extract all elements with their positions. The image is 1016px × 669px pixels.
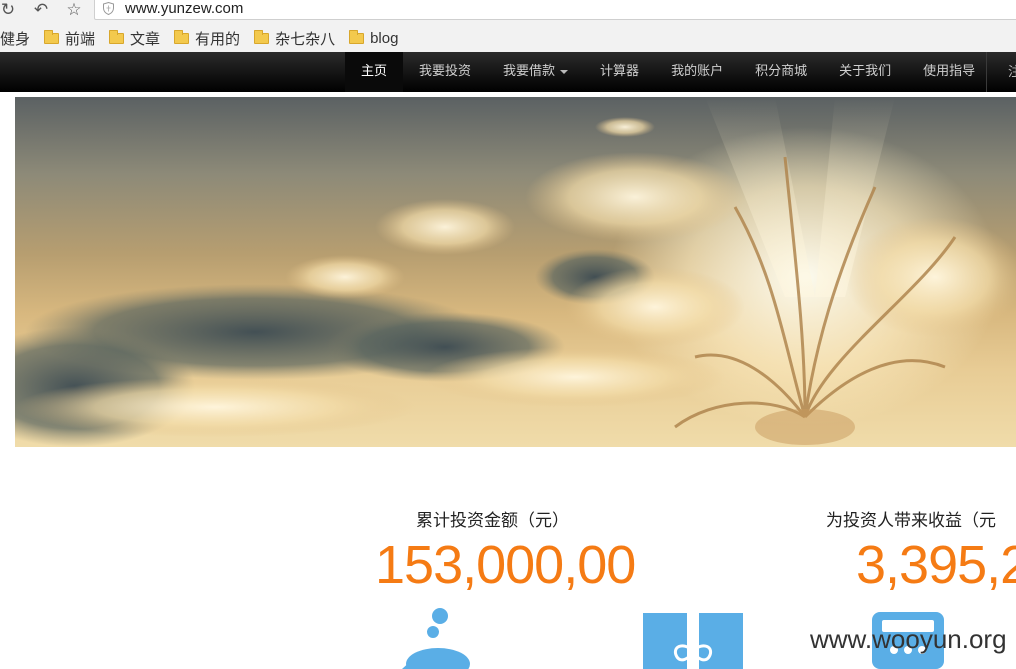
nav-menu: 主页 我要投资 我要借款 计算器 我的账户 积分商城 关于我们 使用指导 — [345, 52, 991, 92]
banner-illustration — [15, 97, 1016, 447]
nav-item[interactable]: 我要投资 — [403, 52, 487, 92]
bookmark-item[interactable]: 前端 — [44, 28, 95, 49]
nav-item[interactable]: 我要借款 — [487, 52, 584, 92]
site-navbar: 主页 我要投资 我要借款 计算器 我的账户 积分商城 关于我们 使用指导 注 — [0, 52, 1016, 92]
bookmark-label: 健身 — [0, 30, 31, 48]
nav-item[interactable]: 积分商城 — [739, 52, 823, 92]
gift-icon — [643, 613, 743, 669]
piggy-bank-icon — [402, 608, 470, 669]
nav-item-label: 使用指导 — [923, 64, 976, 79]
caret-down-icon — [560, 69, 569, 74]
back-icon[interactable]: ↶ — [30, 0, 52, 20]
bookmark-item[interactable]: 有用的 — [174, 28, 240, 49]
url-text: www.yunzew.com — [125, 0, 244, 17]
bookmark-item[interactable]: 健身 — [0, 28, 30, 49]
nav-item-label: 我要借款 — [503, 64, 556, 79]
total-investment-label: 累计投资金额（元） — [416, 511, 569, 531]
investor-earnings-value: 3,395,2 — [856, 535, 1016, 595]
bookmark-item[interactable]: 文章 — [109, 28, 160, 49]
bookmark-label: 杂七杂八 — [275, 30, 336, 48]
nav-item-label: 积分商城 — [755, 64, 808, 79]
nav-item[interactable]: 我的账户 — [655, 52, 739, 92]
total-investment-value: 153,000,00 — [375, 535, 636, 595]
nav-item-cut[interactable]: 注 — [1008, 52, 1016, 92]
star-icon[interactable]: ☆ — [63, 0, 85, 20]
nav-item[interactable]: 主页 — [345, 52, 404, 92]
folder-icon — [174, 29, 190, 44]
nav-item-label: 主页 — [361, 64, 388, 79]
folder-icon — [254, 29, 270, 44]
nav-item-label: 我的账户 — [671, 64, 724, 79]
bookmark-label: 有用的 — [195, 30, 241, 48]
bookmarks-bar: 健身 前端 文章 有用的 杂七杂八 blog — [0, 27, 412, 49]
bookmark-label: blog — [370, 29, 399, 47]
folder-icon — [44, 29, 60, 44]
watermark-text: www.wooyun.org — [810, 624, 1007, 654]
address-bar[interactable]: www.yunzew.com — [94, 0, 1016, 20]
nav-item-label: 计算器 — [600, 64, 640, 79]
browser-toolbar: ↻ ↶ ☆ www.yunzew.com 健身 前端 文章 有用的 杂七杂八 blog — [0, 0, 1016, 53]
investor-earnings-label: 为投资人带来收益（元 — [826, 511, 996, 531]
nav-item[interactable]: 使用指导 — [907, 52, 991, 92]
bookmark-item[interactable]: 杂七杂八 — [254, 28, 335, 49]
hero-banner — [15, 97, 1016, 447]
folder-icon — [109, 29, 125, 44]
bookmark-label: 文章 — [130, 30, 161, 48]
shield-icon — [103, 2, 114, 15]
nav-item[interactable]: 关于我们 — [823, 52, 907, 92]
reload-icon[interactable]: ↻ — [0, 0, 19, 20]
nav-item-label: 我要投资 — [419, 64, 472, 79]
folder-icon — [349, 29, 365, 44]
nav-divider — [986, 52, 987, 92]
nav-item-label: 关于我们 — [839, 64, 892, 79]
bookmark-item[interactable]: blog — [349, 29, 399, 47]
bookmark-label: 前端 — [65, 30, 96, 48]
nav-item[interactable]: 计算器 — [584, 52, 655, 92]
address-row: ↻ ↶ ☆ www.yunzew.com — [0, 0, 1016, 22]
